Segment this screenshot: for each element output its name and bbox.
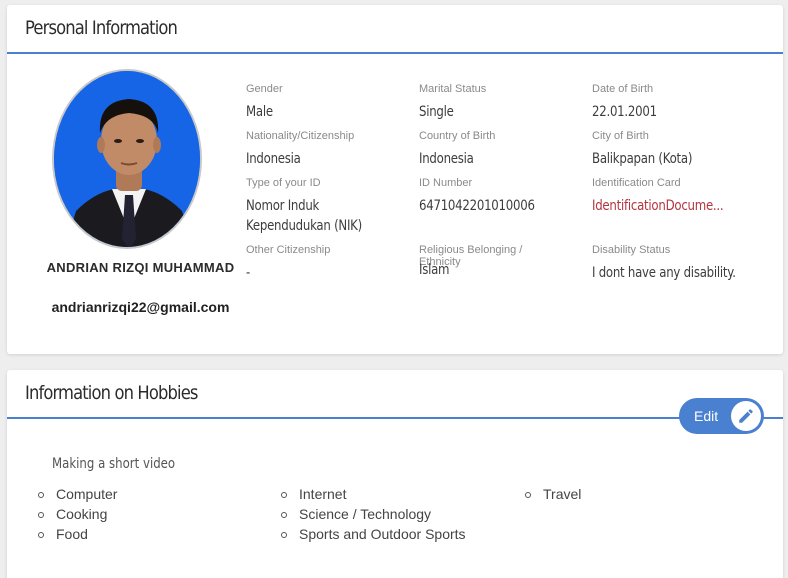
hobby-item: Food (36, 524, 117, 544)
hobbies-title: Information on Hobbies (25, 382, 198, 404)
field-disability-status: Disability Status I dont have any disabi… (592, 244, 763, 283)
hobby-item: Science / Technology (279, 504, 466, 524)
profile-name: ANDRIAN RIZQI MUHAMMAD (46, 260, 235, 275)
personal-information-title: Personal Information (25, 17, 178, 39)
pencil-icon (731, 401, 761, 431)
field-label: Other Citizenship (246, 244, 331, 256)
field-label: ID Number (419, 177, 473, 189)
field-identification-card: Identification Card IdentificationDocume… (592, 177, 748, 216)
field-label: Type of your ID (246, 177, 321, 189)
hobby-item: Cooking (36, 504, 117, 524)
field-label: Gender (246, 83, 283, 95)
field-value: Single (419, 104, 454, 120)
field-nationality: Nationality/Citizenship Indonesia (246, 130, 354, 169)
edit-button[interactable]: Edit (679, 398, 764, 434)
field-id-number: ID Number 6471042201010006 (419, 177, 557, 216)
hobby-list-column: Computer Cooking Food (36, 484, 117, 544)
field-label: Disability Status (592, 244, 671, 256)
field-label: Date of Birth (592, 83, 654, 95)
hobby-list-column: Travel (523, 484, 581, 504)
field-label: Identification Card (592, 177, 681, 189)
field-label: Nationality/Citizenship (246, 130, 355, 142)
field-gender: Gender Male (246, 83, 283, 122)
field-value: Islam (419, 262, 450, 278)
personal-information-card: Personal Information ANDRIAN RIZQI MUHAM… (7, 5, 783, 354)
profile-photo (54, 71, 200, 247)
hobbies-header: Information on Hobbies Edit (7, 370, 783, 434)
field-label: Country of Birth (419, 130, 496, 142)
hobby-item: Sports and Outdoor Sports (279, 524, 466, 544)
hobby-heading: Making a short video (52, 456, 176, 472)
profile-email: andrianrizqi22@gmail.com (51, 299, 230, 315)
identification-document-link[interactable]: IdentificationDocume... (592, 196, 724, 216)
field-value-line: Kependudukan (NIK) (246, 218, 362, 234)
avatar (52, 69, 202, 249)
field-id-type: Type of your ID Nomor Induk Kependudukan… (246, 177, 384, 236)
field-city-of-birth: City of Birth Balikpapan (Kota) (592, 130, 711, 169)
field-value: Nomor Induk Kependudukan (NIK) (246, 196, 362, 236)
field-value: 6471042201010006 (419, 198, 535, 214)
hobby-item: Travel (523, 484, 581, 504)
hobbies-card: Information on Hobbies Edit Making a sho… (7, 370, 783, 578)
field-value: Balikpapan (Kota) (592, 151, 693, 167)
field-label: City of Birth (592, 130, 649, 142)
hobby-item: Internet (279, 484, 466, 504)
edit-button-label: Edit (694, 408, 719, 424)
hobby-list-column: Internet Science / Technology Sports and… (279, 484, 466, 544)
field-value: Male (246, 104, 273, 120)
personal-information-header: Personal Information (7, 5, 783, 54)
field-value: 22.01.2001 (592, 104, 657, 120)
field-marital-status: Marital Status Single (419, 83, 486, 122)
field-country-of-birth: Country of Birth Indonesia (419, 130, 495, 169)
field-religion-ethnicity: Religious Belonging / Ethnicity Islam (419, 244, 539, 280)
field-other-citizenship: Other Citizenship - (246, 244, 330, 283)
hobby-item: Computer (36, 484, 117, 504)
field-value: - (246, 265, 251, 281)
field-value: I dont have any disability. (592, 265, 736, 281)
field-value: Indonesia (246, 151, 301, 167)
field-value: Indonesia (419, 151, 474, 167)
field-date-of-birth: Date of Birth 22.01.2001 (592, 83, 669, 122)
field-label: Marital Status (419, 83, 487, 95)
field-value-line: Nomor Induk (246, 198, 320, 214)
